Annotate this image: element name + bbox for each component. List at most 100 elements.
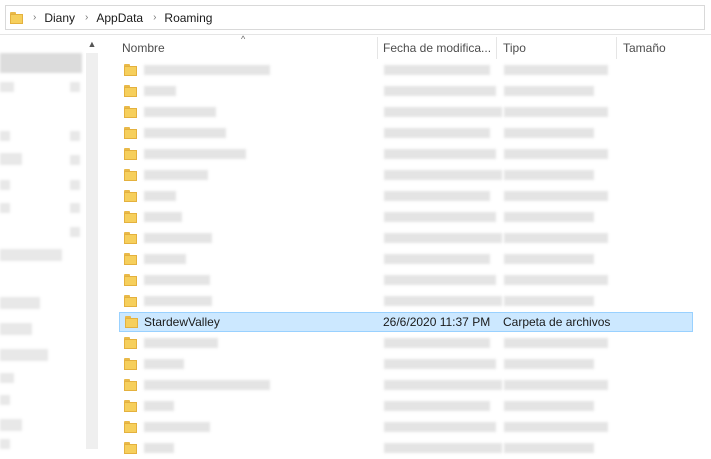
nav-item-blurred[interactable] [0,395,10,405]
folder-icon [124,127,137,139]
breadcrumb-roaming[interactable]: Roaming [164,11,212,25]
folder-icon [124,106,137,118]
blurred-date [384,443,502,453]
nav-item-blurred[interactable] [0,439,10,449]
address-bar[interactable]: › Diany › AppData › Roaming [0,0,711,35]
column-header: ^ Nombre Fecha de modifica... Tipo Tamañ… [104,34,711,61]
item-date: 26/6/2020 11:37 PM [383,315,491,329]
blurred-date [384,380,502,390]
column-divider[interactable] [377,37,378,59]
blurred-date [384,128,490,138]
blurred-name [144,296,212,306]
scroll-up-icon[interactable]: ▲ [85,37,99,51]
item-name: StardewValley [144,315,220,329]
nav-item-blurred [70,227,80,237]
list-item-blurred[interactable] [104,396,711,417]
folder-icon [124,295,137,307]
nav-item-blurred[interactable] [0,203,10,213]
nav-item-blurred[interactable] [0,153,22,165]
nav-item-blurred[interactable] [0,297,40,309]
blurred-name [144,212,182,222]
blurred-date [384,401,490,411]
blurred-date [384,191,490,201]
blurred-type [504,170,594,180]
blurred-name [144,254,186,264]
column-divider[interactable] [496,37,497,59]
folder-icon [124,211,137,223]
blurred-type [504,401,594,411]
blurred-date [384,275,496,285]
list-item-blurred[interactable] [104,81,711,102]
nav-item-blurred[interactable] [0,323,32,335]
list-item-blurred[interactable] [104,291,711,312]
nav-item-blurred [70,82,80,92]
blurred-name [144,380,270,390]
nav-item-blurred [70,155,80,165]
folder-icon [124,379,137,391]
blurred-name [144,65,270,75]
blurred-date [384,212,496,222]
blurred-name [144,149,246,159]
address-box[interactable]: › Diany › AppData › Roaming [5,5,705,30]
blurred-name [144,233,212,243]
column-type[interactable]: Tipo [503,35,526,61]
list-item-blurred[interactable] [104,417,711,438]
breadcrumb-appdata[interactable]: AppData [96,11,143,25]
nav-item-blurred[interactable] [0,131,10,141]
nav-item-blurred[interactable] [0,349,48,361]
blurred-type [504,128,594,138]
navigation-pane[interactable]: ▲ [0,35,100,449]
breadcrumb-diany[interactable]: Diany [44,11,75,25]
list-item-blurred[interactable] [104,165,711,186]
nav-item-blurred [70,203,80,213]
list-item-blurred[interactable] [104,375,711,396]
list-item-blurred[interactable] [104,228,711,249]
folder-icon [124,169,137,181]
chevron-right-icon[interactable]: › [33,12,36,23]
chevron-right-icon[interactable]: › [153,12,156,23]
column-divider[interactable] [616,37,617,59]
blurred-date [384,65,490,75]
list-item-blurred[interactable] [104,354,711,375]
list-item-selected[interactable]: StardewValley 26/6/2020 11:37 PM Carpeta… [119,312,693,332]
column-name[interactable]: Nombre [122,35,165,61]
blurred-name [144,338,218,348]
folder-icon [124,421,137,433]
blurred-name [144,191,176,201]
column-date[interactable]: Fecha de modifica... [383,35,491,61]
blurred-name [144,128,226,138]
blurred-type [504,422,608,432]
folder-icon [124,232,137,244]
file-list[interactable]: ^ Nombre Fecha de modifica... Tipo Tamañ… [104,34,711,454]
list-item-blurred[interactable] [104,144,711,165]
nav-item-blurred[interactable] [0,180,10,190]
nav-item-selected-blurred[interactable] [0,53,82,73]
nav-item-blurred[interactable] [0,373,14,383]
blurred-date [384,149,496,159]
list-item-blurred[interactable] [104,60,711,81]
list-item-blurred[interactable] [104,123,711,144]
folder-icon [124,274,137,286]
blurred-type [504,275,608,285]
chevron-right-icon[interactable]: › [85,12,88,23]
blurred-type [504,65,608,75]
list-item-blurred[interactable] [104,249,711,270]
list-item-blurred[interactable] [104,186,711,207]
list-item-blurred[interactable] [104,333,711,354]
nav-item-blurred[interactable] [0,82,14,92]
nav-scrollbar-track[interactable] [86,53,98,449]
list-item-blurred[interactable] [104,270,711,291]
column-size[interactable]: Tamaño [623,35,666,61]
folder-icon [125,316,138,328]
blurred-type [504,296,594,306]
list-item-blurred[interactable] [104,102,711,123]
blurred-name [144,275,210,285]
list-item-blurred[interactable] [104,207,711,228]
blurred-type [504,86,594,96]
folder-icon [124,253,137,265]
blurred-type [504,191,608,201]
nav-item-blurred[interactable] [0,419,22,431]
folder-icon [10,11,23,24]
nav-item-blurred[interactable] [0,249,62,261]
blurred-name [144,401,174,411]
